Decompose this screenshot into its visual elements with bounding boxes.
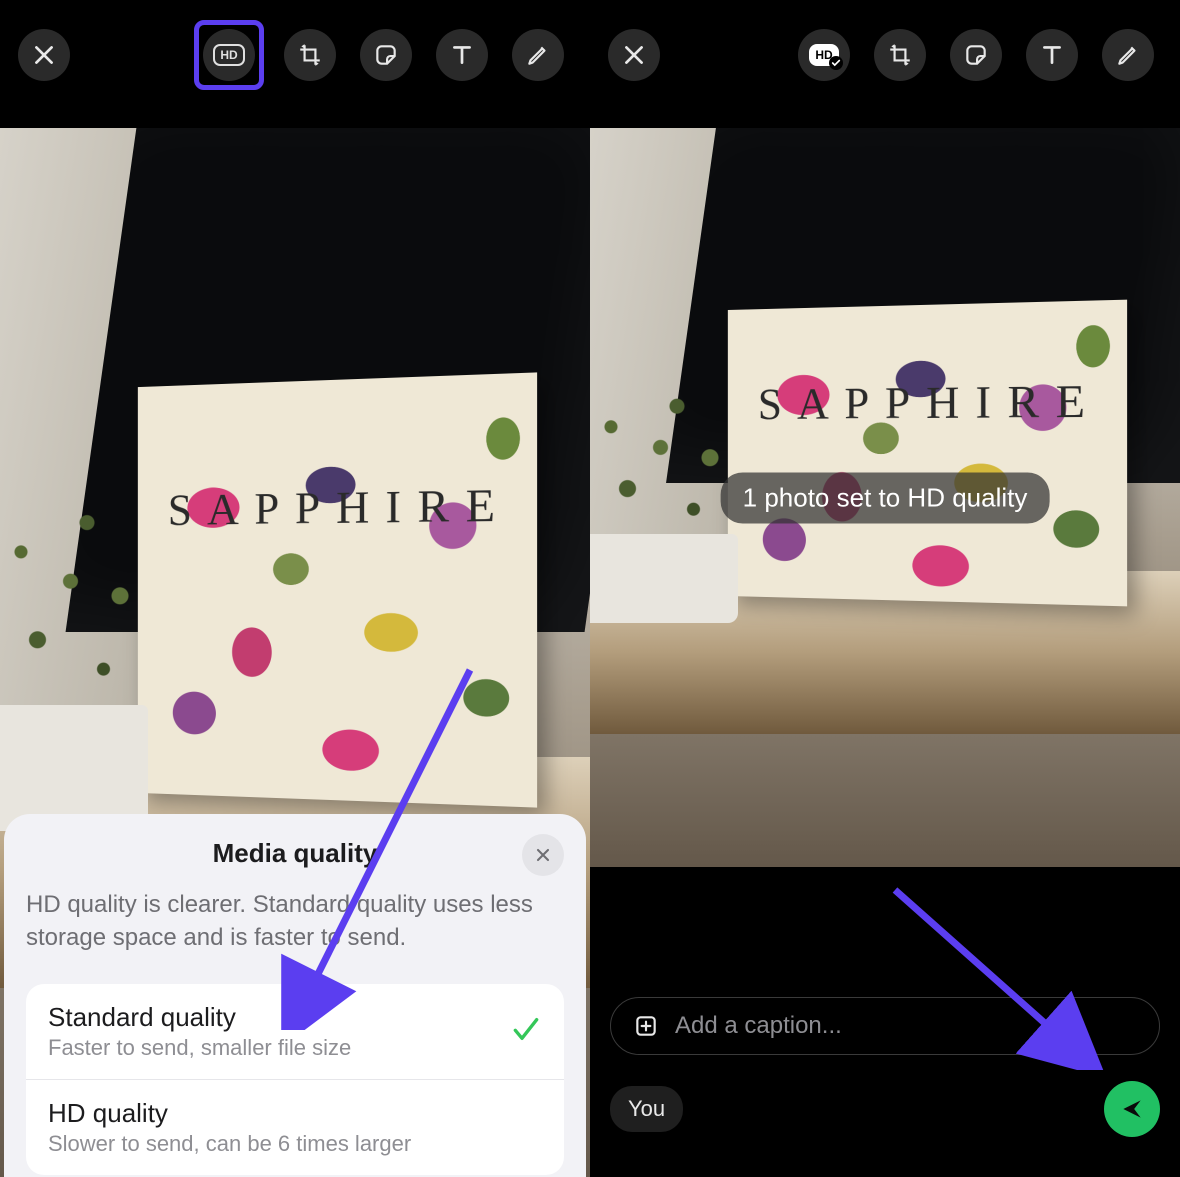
text-button[interactable] — [1026, 29, 1078, 81]
close-icon — [621, 42, 647, 68]
option-subtitle: Slower to send, can be 6 times larger — [48, 1131, 542, 1157]
text-icon — [1039, 42, 1065, 68]
caption-input[interactable]: Add a caption... — [610, 997, 1160, 1055]
photo-text: SAPPHIRE — [758, 374, 1093, 430]
text-button[interactable] — [436, 29, 488, 81]
crop-rotate-button[interactable] — [874, 29, 926, 81]
sticker-icon — [963, 42, 989, 68]
crop-rotate-icon — [297, 42, 323, 68]
media-quality-sheet: Media quality HD quality is clearer. Sta… — [4, 814, 586, 1177]
option-standard-quality[interactable]: Standard quality Faster to send, smaller… — [26, 984, 564, 1080]
close-icon — [533, 845, 553, 865]
sheet-description: HD quality is clearer. Standard quality … — [26, 889, 564, 954]
send-icon — [1119, 1096, 1145, 1122]
left-toolbar: HD — [0, 0, 590, 110]
sheet-title: Media quality — [213, 838, 378, 869]
recipient-chip[interactable]: You — [610, 1086, 683, 1132]
close-icon — [31, 42, 57, 68]
option-subtitle: Faster to send, smaller file size — [48, 1035, 510, 1061]
hd-quality-button[interactable]: HD — [203, 29, 255, 81]
close-button[interactable] — [18, 29, 70, 81]
checkmark-icon — [510, 1013, 542, 1050]
check-badge-icon — [829, 56, 843, 70]
photo-text: SAPPHIRE — [168, 477, 503, 535]
send-button[interactable] — [1104, 1081, 1160, 1137]
hd-quality-button-active[interactable]: HD — [798, 29, 850, 81]
option-title: HD quality — [48, 1098, 542, 1129]
option-title: Standard quality — [48, 1002, 510, 1033]
draw-button[interactable] — [512, 29, 564, 81]
crop-rotate-icon — [887, 42, 913, 68]
hd-button-highlight: HD — [194, 20, 264, 90]
sticker-icon — [373, 42, 399, 68]
sticker-button[interactable] — [950, 29, 1002, 81]
hd-icon-active: HD — [809, 44, 838, 66]
bottom-bar: Add a caption... You — [590, 977, 1180, 1177]
hd-icon: HD — [213, 44, 244, 66]
pencil-icon — [1115, 42, 1141, 68]
sheet-close-button[interactable] — [522, 834, 564, 876]
sticker-button[interactable] — [360, 29, 412, 81]
hd-toast: 1 photo set to HD quality — [721, 472, 1050, 523]
close-button[interactable] — [608, 29, 660, 81]
text-icon — [449, 42, 475, 68]
pencil-icon — [525, 42, 551, 68]
caption-placeholder: Add a caption... — [675, 1012, 842, 1040]
option-hd-quality[interactable]: HD quality Slower to send, can be 6 time… — [26, 1080, 564, 1175]
draw-button[interactable] — [1102, 29, 1154, 81]
quality-options-list: Standard quality Faster to send, smaller… — [26, 984, 564, 1175]
crop-rotate-button[interactable] — [284, 29, 336, 81]
photo-preview: SAPPHIRE 1 photo set to HD quality — [590, 128, 1180, 867]
right-toolbar: HD — [590, 0, 1180, 110]
add-media-icon — [633, 1013, 659, 1039]
